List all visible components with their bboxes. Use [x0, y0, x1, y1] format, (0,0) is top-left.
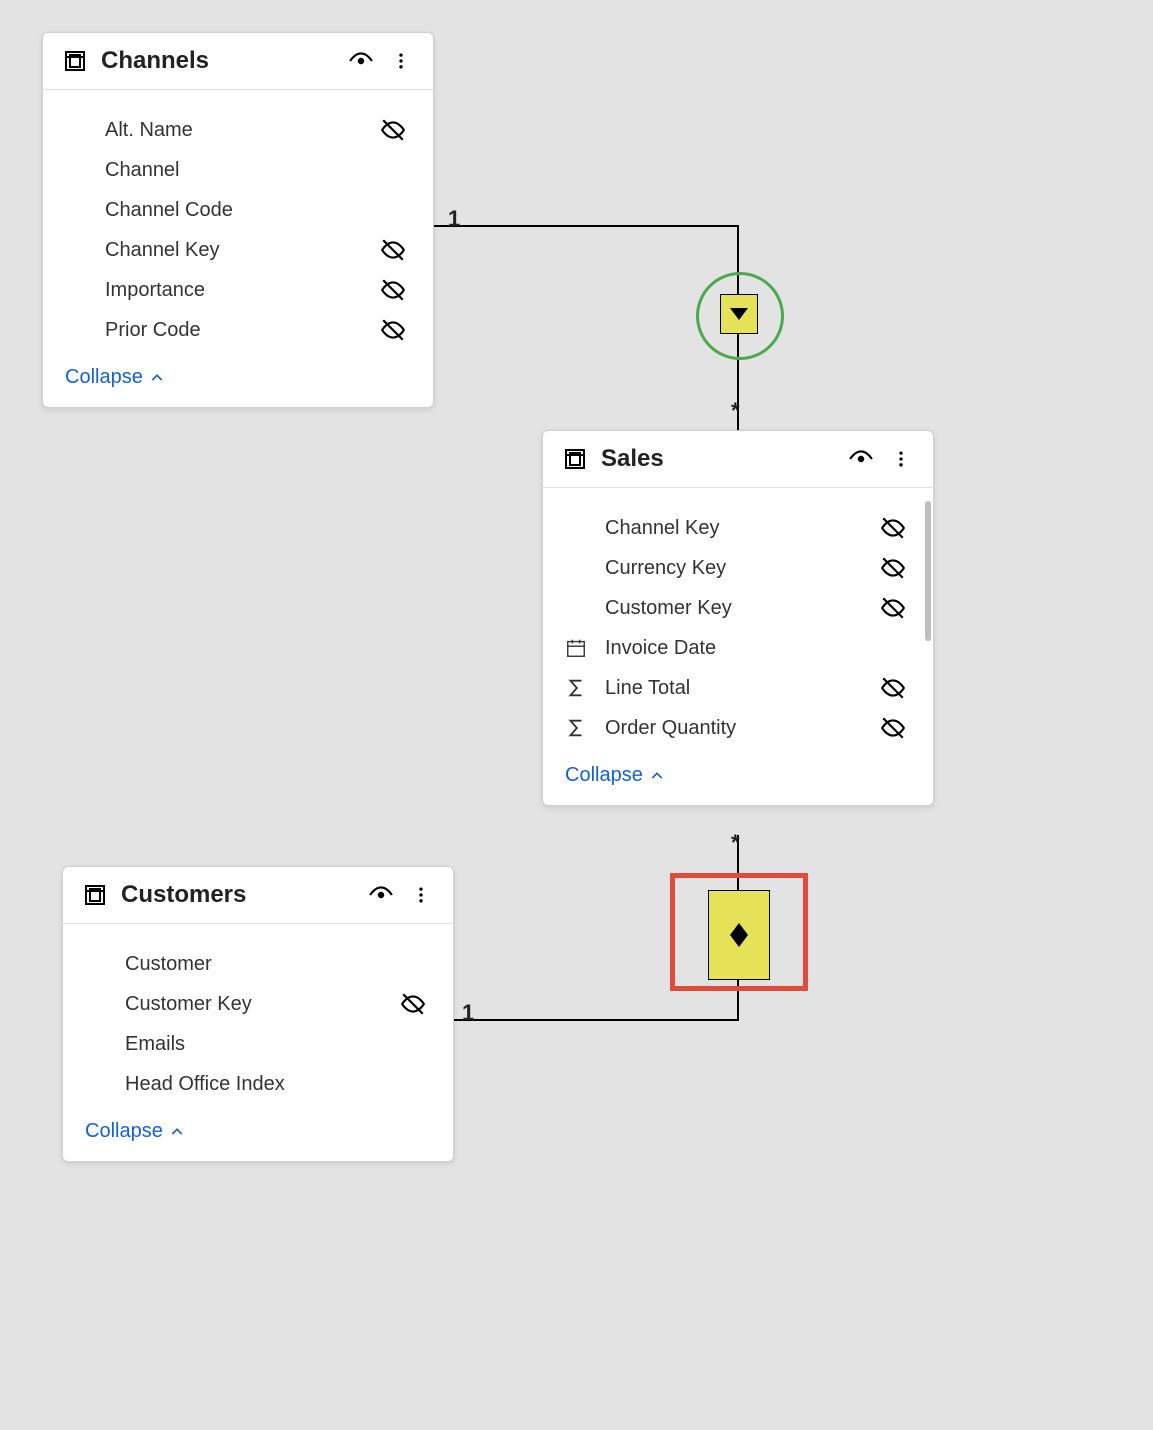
more-options-icon[interactable] [407, 881, 435, 909]
hidden-icon[interactable] [875, 715, 911, 741]
hidden-icon[interactable] [375, 277, 411, 303]
table-card-sales[interactable]: Sales Channel Key Currency Key [542, 430, 934, 806]
field-row[interactable]: Channel [65, 150, 411, 190]
field-row[interactable]: Customer Key [565, 588, 911, 628]
collapse-button[interactable]: Collapse [85, 1120, 431, 1143]
more-options-icon[interactable] [387, 47, 415, 75]
visibility-toggle-icon[interactable] [847, 445, 875, 473]
hidden-icon[interactable] [375, 317, 411, 343]
field-list: Channel Key Currency Key Customer Key [543, 488, 933, 756]
table-title: Sales [601, 445, 664, 473]
field-row[interactable]: Channel Key [565, 508, 911, 548]
field-row[interactable]: Order Quantity [565, 708, 911, 748]
sigma-icon [565, 717, 605, 739]
hidden-icon[interactable] [875, 595, 911, 621]
field-row[interactable]: Channel Code [65, 190, 411, 230]
field-row[interactable]: Importance [65, 270, 411, 310]
field-row[interactable]: Prior Code [65, 310, 411, 350]
field-row[interactable]: Head Office Index [85, 1064, 431, 1104]
field-list: Customer Customer Key Emails Head Office… [63, 924, 453, 1112]
hidden-icon[interactable] [875, 515, 911, 541]
cardinality-customers: 1 [462, 1000, 474, 1026]
arrow-down-icon [730, 935, 748, 947]
visibility-toggle-icon[interactable] [347, 47, 375, 75]
field-row[interactable]: Customer Key [85, 984, 431, 1024]
more-options-icon[interactable] [887, 445, 915, 473]
field-list: Alt. Name Channel Channel Code Channel K… [43, 90, 433, 358]
hidden-icon[interactable] [875, 675, 911, 701]
table-title: Channels [101, 47, 209, 75]
table-icon [61, 47, 89, 75]
field-row[interactable]: Line Total [565, 668, 911, 708]
field-row[interactable]: Invoice Date [565, 628, 911, 668]
cardinality-sales-top: * [731, 398, 740, 424]
calendar-icon [565, 637, 605, 659]
hidden-icon[interactable] [875, 555, 911, 581]
field-row[interactable]: Alt. Name [65, 110, 411, 150]
chevron-up-icon [649, 768, 665, 784]
scrollbar[interactable] [925, 501, 931, 641]
table-icon [561, 445, 589, 473]
table-icon [81, 881, 109, 909]
hidden-icon[interactable] [395, 991, 431, 1017]
chevron-up-icon [169, 1124, 185, 1140]
collapse-button[interactable]: Collapse [565, 764, 911, 787]
table-card-customers[interactable]: Customers Customer Customer Key [62, 866, 454, 1162]
chevron-up-icon [149, 370, 165, 386]
collapse-button[interactable]: Collapse [65, 366, 411, 389]
hidden-icon[interactable] [375, 237, 411, 263]
relationship-filter-both[interactable] [708, 890, 770, 980]
relationship-filter-single[interactable] [720, 294, 758, 334]
cardinality-sales-bottom: * [731, 830, 740, 856]
arrow-down-icon [730, 308, 748, 320]
table-card-channels[interactable]: Channels Alt. Name [42, 32, 434, 408]
relationship-line-channels-sales[interactable] [432, 226, 738, 430]
field-row[interactable]: Channel Key [65, 230, 411, 270]
visibility-toggle-icon[interactable] [367, 881, 395, 909]
table-title: Customers [121, 881, 246, 909]
field-row[interactable]: Emails [85, 1024, 431, 1064]
hidden-icon[interactable] [375, 117, 411, 143]
cardinality-channels: 1 [448, 206, 460, 232]
sigma-icon [565, 677, 605, 699]
field-row[interactable]: Customer [85, 944, 431, 984]
arrow-up-icon [730, 923, 748, 935]
field-row[interactable]: Currency Key [565, 548, 911, 588]
